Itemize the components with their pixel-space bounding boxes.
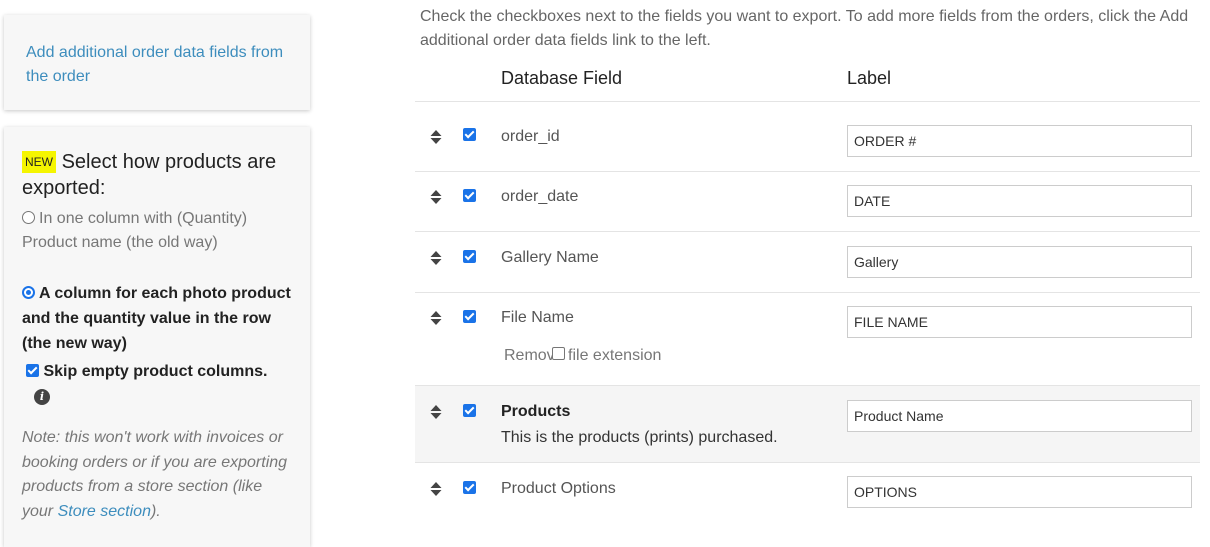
table-row: order_date — [415, 172, 1200, 232]
field-name: Product Options — [501, 480, 616, 497]
store-section-link[interactable]: Store section — [58, 503, 151, 520]
remove-extension-option[interactable]: Remove file extension — [504, 347, 661, 365]
export-mode-panel: NEW Select how products are exported: In… — [4, 127, 310, 547]
export-mode-heading-text: Select how products are exported: — [22, 151, 277, 199]
sort-handle-icon[interactable] — [429, 250, 443, 266]
sort-handle-icon[interactable] — [429, 404, 443, 420]
field-checkbox[interactable] — [463, 128, 476, 141]
table-row: File Name Remove file extension — [415, 293, 1200, 386]
sort-handle-icon[interactable] — [429, 129, 443, 145]
skip-empty-label: Skip empty product columns. — [43, 363, 268, 380]
export-note: Note: this won't work with invoices or b… — [22, 426, 292, 524]
label-input[interactable] — [847, 125, 1192, 157]
remove-extension-checkbox[interactable] — [552, 347, 565, 360]
links-panel: Add additional order data fields from th… — [4, 15, 310, 110]
info-icon[interactable]: i — [34, 389, 50, 405]
field-checkbox[interactable] — [463, 250, 476, 263]
radio-old-way[interactable] — [22, 211, 35, 224]
export-option-new[interactable]: A column for each photo product and the … — [22, 281, 292, 356]
table-row: Gallery Name — [415, 232, 1200, 293]
field-name: Products — [501, 403, 571, 420]
column-header-label: Label — [847, 68, 892, 88]
add-order-fields-link[interactable]: Add additional order data fields from th… — [26, 41, 288, 89]
fields-main: Check the checkboxes next to the fields … — [415, 0, 1200, 527]
intro-text: Check the checkboxes next to the fields … — [420, 8, 1189, 49]
table-row: Product Options — [415, 463, 1200, 527]
label-input[interactable] — [847, 185, 1192, 217]
skip-empty-option[interactable]: Skip empty product columns. i — [22, 360, 292, 408]
note-suffix: ). — [150, 502, 161, 520]
table-header: Database Field Label — [415, 64, 1200, 102]
field-name: order_date — [501, 188, 579, 205]
label-input[interactable] — [847, 246, 1192, 278]
label-input[interactable] — [847, 476, 1192, 508]
skip-empty-checkbox[interactable] — [26, 364, 39, 377]
label-input[interactable] — [847, 306, 1192, 338]
label-input[interactable] — [847, 400, 1192, 432]
field-checkbox[interactable] — [463, 481, 476, 494]
remove-extension-label: Remove file extension — [504, 347, 662, 364]
export-option-old[interactable]: In one column with (Quantity) Product na… — [22, 207, 292, 255]
field-name: File Name — [501, 309, 574, 326]
field-checkbox[interactable] — [463, 189, 476, 202]
field-checkbox[interactable] — [463, 310, 476, 323]
radio-new-way[interactable] — [22, 286, 35, 299]
sort-handle-icon[interactable] — [429, 189, 443, 205]
field-description: This is the products (prints) purchased. — [501, 429, 778, 446]
field-name: Gallery Name — [501, 249, 599, 266]
sort-handle-icon[interactable] — [429, 481, 443, 497]
table-row: Products This is the products (prints) p… — [415, 386, 1200, 463]
sidebar: Add additional order data fields from th… — [0, 0, 318, 547]
column-header-field: Database Field — [501, 68, 623, 88]
table-row: order_id — [415, 102, 1200, 172]
new-badge: NEW — [22, 151, 56, 173]
export-option-new-label: A column for each photo product and the … — [22, 285, 291, 352]
export-mode-heading: NEW Select how products are exported: — [22, 149, 292, 201]
export-option-old-label: In one column with (Quantity) Product na… — [22, 210, 248, 251]
field-name: order_id — [501, 128, 560, 145]
field-checkbox[interactable] — [463, 404, 476, 417]
sort-handle-icon[interactable] — [429, 310, 443, 326]
